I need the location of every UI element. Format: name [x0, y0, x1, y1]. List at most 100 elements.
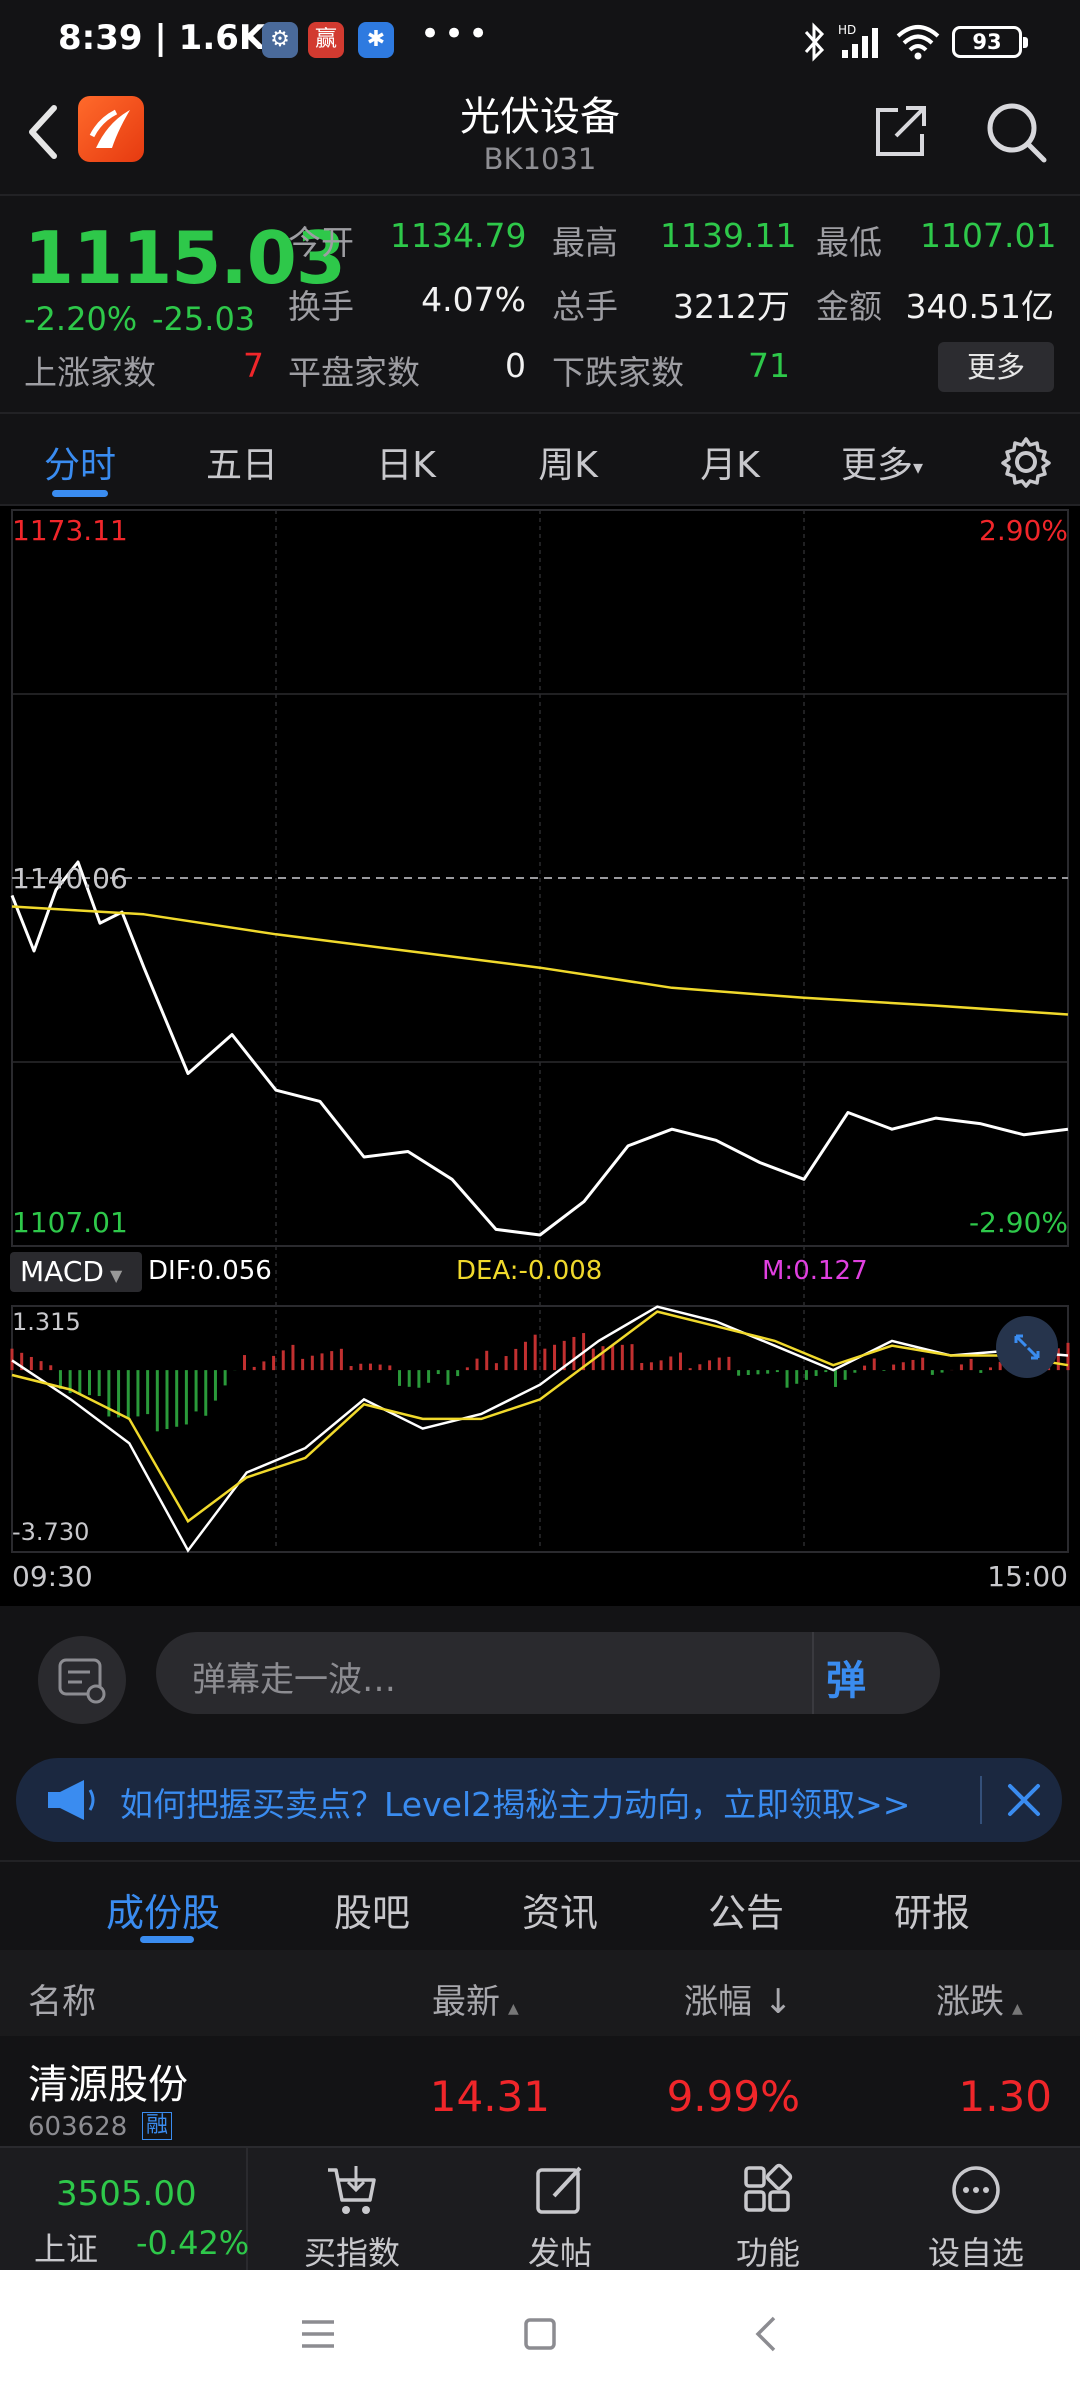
y-max-label: 1173.11	[12, 514, 128, 547]
content-tabs: 成份股 股吧 资讯 公告 研报	[0, 1860, 1080, 1950]
svg-text:HD: HD	[838, 23, 856, 37]
stock-code: 603628	[28, 2112, 128, 2142]
high-value: 1139.11	[660, 216, 797, 255]
promo-banner[interactable]: 如何把握买卖点？Level2揭秘主力动向，立即领取>>	[16, 1758, 1062, 1842]
index-name: 上证	[34, 2230, 99, 2268]
app-notify-icon: ⚙	[262, 22, 298, 58]
sort-icon-2: ▲	[1012, 2001, 1023, 2017]
col-pct[interactable]: 涨幅 ↓	[684, 1974, 793, 2023]
low-label: 最低	[816, 223, 882, 262]
pct-max-label: 2.90%	[979, 514, 1068, 547]
macd-max-label: 1.315	[12, 1308, 81, 1336]
close-icon[interactable]	[1004, 1780, 1044, 1820]
app-badge-icon: 赢	[308, 22, 344, 58]
watchlist-icon	[952, 2166, 1000, 2214]
col-last[interactable]: 最新 ▲	[432, 1974, 519, 2023]
tab-monthly-k[interactable]: 月K	[660, 436, 800, 488]
dropdown-triangle-icon: ▾	[912, 455, 924, 479]
turnover-label: 换手	[288, 287, 354, 326]
functions-button[interactable]: 功能	[668, 2148, 868, 2272]
expand-chart-button[interactable]	[996, 1316, 1058, 1378]
danmaku-list-icon	[58, 1658, 106, 1704]
page-title: 光伏设备	[460, 94, 620, 140]
bluetooth-app-icon: ✱	[358, 22, 394, 58]
table-header: 名称 最新 ▲ 涨幅 ↓ 涨跌 ▲	[0, 1950, 1080, 2036]
index-value: 3505.00	[56, 2174, 197, 2214]
system-nav-bar	[0, 2270, 1080, 2400]
buy-index-button[interactable]: 买指数	[252, 2148, 452, 2272]
sort-desc-arrow-icon: ↓	[764, 1982, 793, 2022]
down-count: 71	[748, 346, 790, 385]
buy-index-label: 买指数	[303, 2234, 400, 2272]
index-ticker[interactable]: 3505.00 上证 -0.42%	[0, 2148, 249, 2272]
y-min-label: 1107.01	[12, 1206, 128, 1239]
dea-value: DEA:-0.008	[456, 1256, 603, 1286]
tab-announcements[interactable]: 公告	[708, 1882, 784, 1937]
volume-value: 3212万	[673, 287, 790, 326]
search-icon[interactable]	[984, 100, 1050, 166]
col-name: 名称	[28, 1982, 96, 2022]
danmaku-send-button[interactable]: 弹	[826, 1648, 866, 1706]
pct-min-label: -2.90%	[968, 1206, 1068, 1239]
tab-daily-k[interactable]: 日K	[336, 436, 476, 488]
share-icon[interactable]	[872, 102, 932, 162]
expand-icon	[1014, 1334, 1040, 1360]
open-label: 今开	[288, 223, 354, 262]
post-button[interactable]: 发帖	[460, 2148, 660, 2272]
post-label: 发帖	[527, 2234, 592, 2272]
tab-more-label: 更多	[840, 445, 913, 486]
tab-forum[interactable]: 股吧	[334, 1882, 410, 1937]
tab-five-day[interactable]: 五日	[172, 436, 312, 488]
active-tab-indicator	[52, 490, 108, 497]
indicator-dropdown-icon: ▼	[109, 1266, 123, 1285]
volume-label: 总手	[552, 287, 618, 326]
amount-value: 340.51亿	[905, 287, 1054, 326]
cart-icon	[328, 2166, 376, 2214]
danmaku-placeholder: 弹幕走一波…	[192, 1660, 396, 1700]
margin-tag: 融	[142, 2112, 173, 2140]
tab-more[interactable]: 更多▾	[822, 436, 942, 488]
stock-last: 14.31	[429, 2072, 550, 2121]
macd-min-label: -3.730	[12, 1518, 90, 1546]
m-value: M:0.127	[762, 1256, 868, 1286]
back-icon[interactable]	[748, 2314, 788, 2354]
table-row[interactable]: 清源股份 603628 融 14.31 9.99% 1.30	[0, 2036, 1080, 2146]
tab-weekly-k[interactable]: 周K	[498, 436, 638, 488]
intraday-chart[interactable]: 1173.11 2.90% 1140.06 1107.01 -2.90% MAC…	[0, 506, 1080, 1606]
tab-research[interactable]: 研报	[894, 1882, 970, 1937]
open-value: 1134.79	[390, 216, 527, 255]
col-change[interactable]: 涨跌 ▲	[936, 1974, 1023, 2023]
bottom-toolbar: 3505.00 上证 -0.42% 买指数 发帖 功能 设自选	[0, 2146, 1080, 2272]
add-watchlist-button[interactable]: 设自选	[876, 2148, 1076, 2272]
battery-icon: 93	[952, 26, 1028, 58]
danmaku-input[interactable]: 弹幕走一波… 弹	[156, 1632, 940, 1714]
home-icon[interactable]	[520, 2314, 560, 2354]
quote-panel: 1115.03 -2.20% -25.03 今开 1134.79 最高 1139…	[0, 194, 1080, 414]
indicator-selector[interactable]: MACD ▼	[10, 1252, 142, 1292]
danmaku-settings-button[interactable]	[38, 1636, 126, 1724]
tab-components[interactable]: 成份股	[106, 1882, 220, 1937]
change-pct: -2.20%	[24, 300, 138, 338]
flat-count-label: 平盘家数	[288, 353, 420, 392]
more-button[interactable]: 更多	[938, 342, 1054, 392]
settings-gear-icon[interactable]	[1000, 436, 1052, 488]
menu-icon[interactable]	[298, 2314, 338, 2354]
time-end-label: 15:00	[987, 1560, 1068, 1593]
change-value: -25.03	[152, 300, 256, 338]
turnover-value: 4.07%	[421, 280, 526, 319]
input-divider	[812, 1632, 814, 1714]
chart-canvas	[10, 509, 1070, 1553]
back-arrow-icon[interactable]	[24, 102, 64, 162]
status-bar: 8:39 | 1.6K/s ⚙ 赢 ✱ ••• HD 93	[0, 0, 1080, 84]
functions-label: 功能	[735, 2234, 800, 2272]
low-value: 1107.01	[920, 216, 1057, 255]
banner-text: 如何把握买卖点？Level2揭秘主力动向，立即领取>>	[120, 1785, 911, 1824]
app-logo-icon	[78, 96, 144, 162]
tab-news[interactable]: 资讯	[522, 1882, 598, 1937]
dif-value: DIF:0.056	[148, 1256, 272, 1286]
time-start-label: 09:30	[12, 1560, 93, 1593]
flat-count: 0	[505, 346, 526, 385]
amount-label: 金额	[816, 287, 882, 326]
tab-intraday[interactable]: 分时	[10, 436, 150, 488]
banner-divider	[980, 1776, 982, 1824]
